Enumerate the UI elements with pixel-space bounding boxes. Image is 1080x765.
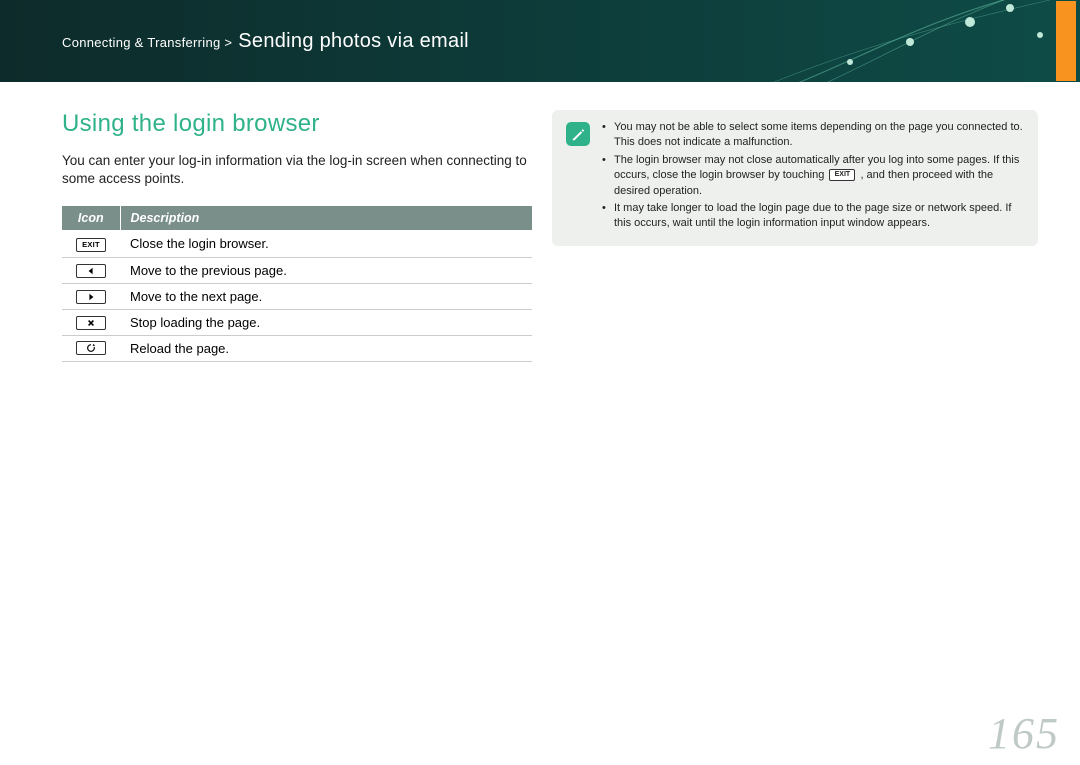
section-heading: Using the login browser: [62, 110, 532, 138]
breadcrumb: Connecting & Transferring > Sending phot…: [62, 30, 469, 53]
forward-icon: [76, 290, 106, 304]
exit-icon: EXIT: [76, 238, 106, 252]
table-cell-desc: Close the login browser.: [120, 230, 532, 257]
table-cell-desc: Move to the previous page.: [120, 257, 532, 283]
table-header-icon: Icon: [62, 206, 120, 230]
info-bullet: The login browser may not close automati…: [602, 153, 1024, 199]
table-row: EXIT Close the login browser.: [62, 230, 532, 257]
breadcrumb-prefix: Connecting & Transferring >: [62, 35, 236, 50]
info-callout: You may not be able to select some items…: [552, 110, 1038, 246]
back-icon: [76, 264, 106, 278]
icon-description-table: Icon Description EXIT Close the login br…: [62, 206, 532, 362]
decorative-swirls: [740, 0, 1080, 82]
note-icon: [566, 122, 590, 146]
section-intro: You can enter your log-in information vi…: [62, 152, 532, 188]
right-column: You may not be able to select some items…: [552, 110, 1038, 362]
info-bullet: You may not be able to select some items…: [602, 120, 1024, 151]
table-row: Stop loading the page.: [62, 309, 532, 335]
manual-page: Connecting & Transferring > Sending phot…: [0, 0, 1080, 765]
table-row: Reload the page.: [62, 335, 532, 361]
exit-icon-inline: EXIT: [829, 169, 855, 181]
table-cell-desc: Reload the page.: [120, 335, 532, 361]
table-header-description: Description: [120, 206, 532, 230]
info-list: You may not be able to select some items…: [602, 120, 1024, 234]
table-cell-desc: Stop loading the page.: [120, 309, 532, 335]
page-title: Sending photos via email: [238, 30, 469, 52]
table-row: Move to the previous page.: [62, 257, 532, 283]
left-column: Using the login browser You can enter yo…: [62, 110, 532, 362]
orange-side-tab: [1056, 1, 1076, 81]
page-header: Connecting & Transferring > Sending phot…: [0, 0, 1080, 82]
page-number: 165: [988, 708, 1060, 759]
stop-icon: [76, 316, 106, 330]
page-body: Using the login browser You can enter yo…: [0, 82, 1080, 362]
reload-icon: [76, 341, 106, 355]
info-bullet: It may take longer to load the login pag…: [602, 201, 1024, 232]
table-row: Move to the next page.: [62, 283, 532, 309]
table-cell-desc: Move to the next page.: [120, 283, 532, 309]
